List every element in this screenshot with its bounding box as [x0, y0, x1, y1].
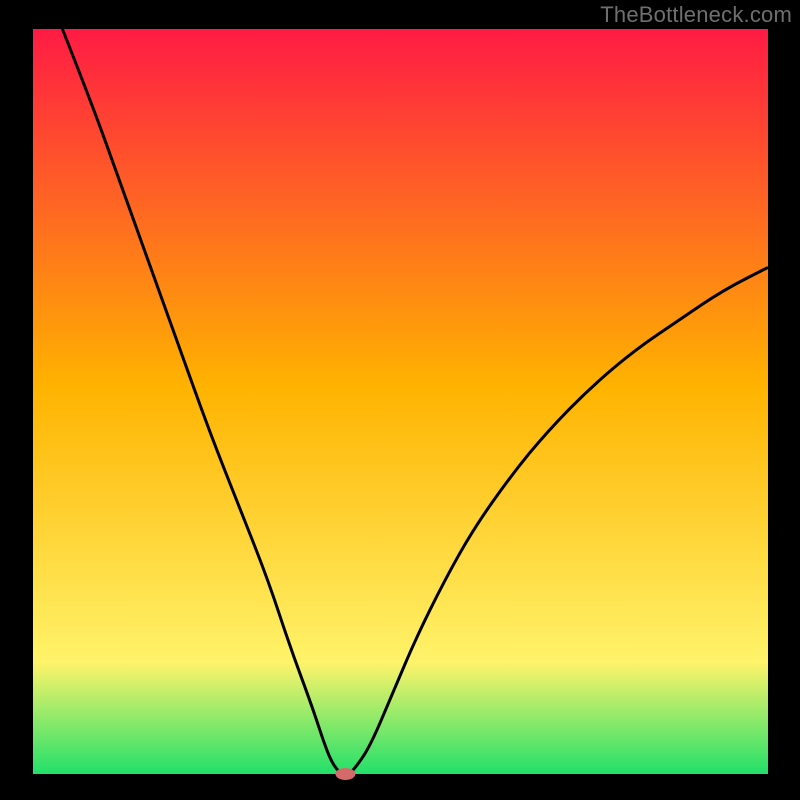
- bottleneck-chart: [0, 0, 800, 800]
- optimal-point-marker: [335, 768, 355, 780]
- plot-area: [33, 29, 768, 774]
- watermark-text: TheBottleneck.com: [600, 2, 792, 28]
